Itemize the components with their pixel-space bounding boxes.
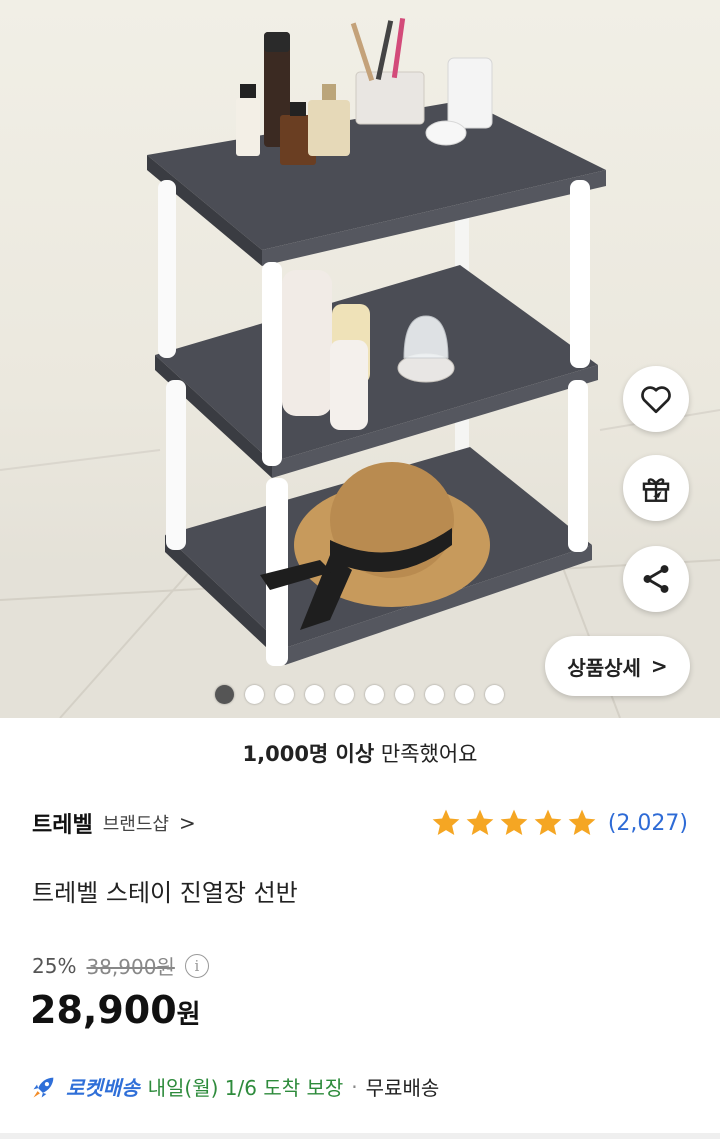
satisfaction-banner: 1,000명 이상 만족했어요 bbox=[0, 738, 720, 768]
original-price: 38,900원 bbox=[86, 955, 175, 979]
brand-shop-link[interactable]: 트레벨 브랜드샵 > bbox=[32, 807, 196, 839]
star-icon bbox=[432, 809, 460, 835]
sale-price: 28,900원 bbox=[30, 988, 201, 1032]
rocket-icon bbox=[33, 1077, 54, 1097]
star-icon bbox=[534, 809, 562, 835]
chevron-right-icon: > bbox=[650, 654, 668, 678]
sale-price-unit: 원 bbox=[176, 1000, 201, 1030]
pagination-dot[interactable] bbox=[485, 685, 504, 704]
gallery-pagination bbox=[215, 685, 504, 704]
product-title: 트레벨 스테이 진열장 선반 bbox=[32, 879, 298, 907]
satisfaction-count: 1,000명 이상 bbox=[242, 742, 375, 766]
share-icon bbox=[643, 565, 669, 593]
separator: · bbox=[351, 1074, 358, 1099]
star-icon bbox=[568, 809, 596, 835]
brand-shop-label: 브랜드샵 bbox=[102, 814, 169, 835]
delivery-info: 로켓배송 내일(월) 1/6 도착 보장 · 무료배송 bbox=[30, 1072, 439, 1101]
pagination-dot[interactable] bbox=[305, 685, 324, 704]
original-price-row: 25% 38,900원 i bbox=[32, 951, 209, 980]
product-detail-button[interactable]: 상품상세 > bbox=[545, 636, 690, 696]
gift-button[interactable] bbox=[623, 455, 689, 521]
section-divider bbox=[0, 1133, 720, 1139]
rating-summary[interactable]: (2,027) bbox=[430, 807, 688, 839]
pagination-dot[interactable] bbox=[335, 685, 354, 704]
pagination-dot[interactable] bbox=[425, 685, 444, 704]
sale-price-amount: 28,900 bbox=[30, 988, 177, 1032]
product-image-gallery[interactable]: 상품상세 > bbox=[0, 0, 720, 718]
star-rating bbox=[430, 807, 598, 839]
star-icon bbox=[500, 809, 528, 835]
brand-name: 트레벨 bbox=[32, 813, 93, 838]
pagination-dot[interactable] bbox=[455, 685, 474, 704]
rocket-delivery-label: 로켓배송 bbox=[66, 1076, 140, 1100]
star-icon bbox=[466, 809, 494, 835]
free-shipping-label: 무료배송 bbox=[365, 1076, 440, 1100]
discount-rate: 25% bbox=[32, 953, 77, 978]
product-photo bbox=[0, 18, 720, 718]
gift-icon bbox=[642, 478, 670, 502]
product-detail-label: 상품상세 bbox=[567, 655, 641, 680]
satisfaction-text: 만족했어요 bbox=[374, 742, 478, 766]
heart-icon bbox=[641, 386, 671, 414]
chevron-right-icon: > bbox=[178, 811, 196, 835]
pagination-dot[interactable] bbox=[215, 685, 234, 704]
brand-rating-row: 트레벨 브랜드샵 > (2,027) bbox=[32, 805, 688, 841]
delivery-eta: 내일(월) 1/6 도착 보장 bbox=[147, 1076, 344, 1100]
pagination-dot[interactable] bbox=[365, 685, 384, 704]
info-icon[interactable]: i bbox=[184, 953, 209, 978]
pagination-dot[interactable] bbox=[245, 685, 264, 704]
review-count: (2,027) bbox=[607, 810, 688, 836]
like-button[interactable] bbox=[623, 366, 689, 432]
share-button[interactable] bbox=[623, 546, 689, 612]
pagination-dot[interactable] bbox=[275, 685, 294, 704]
pagination-dot[interactable] bbox=[395, 685, 414, 704]
